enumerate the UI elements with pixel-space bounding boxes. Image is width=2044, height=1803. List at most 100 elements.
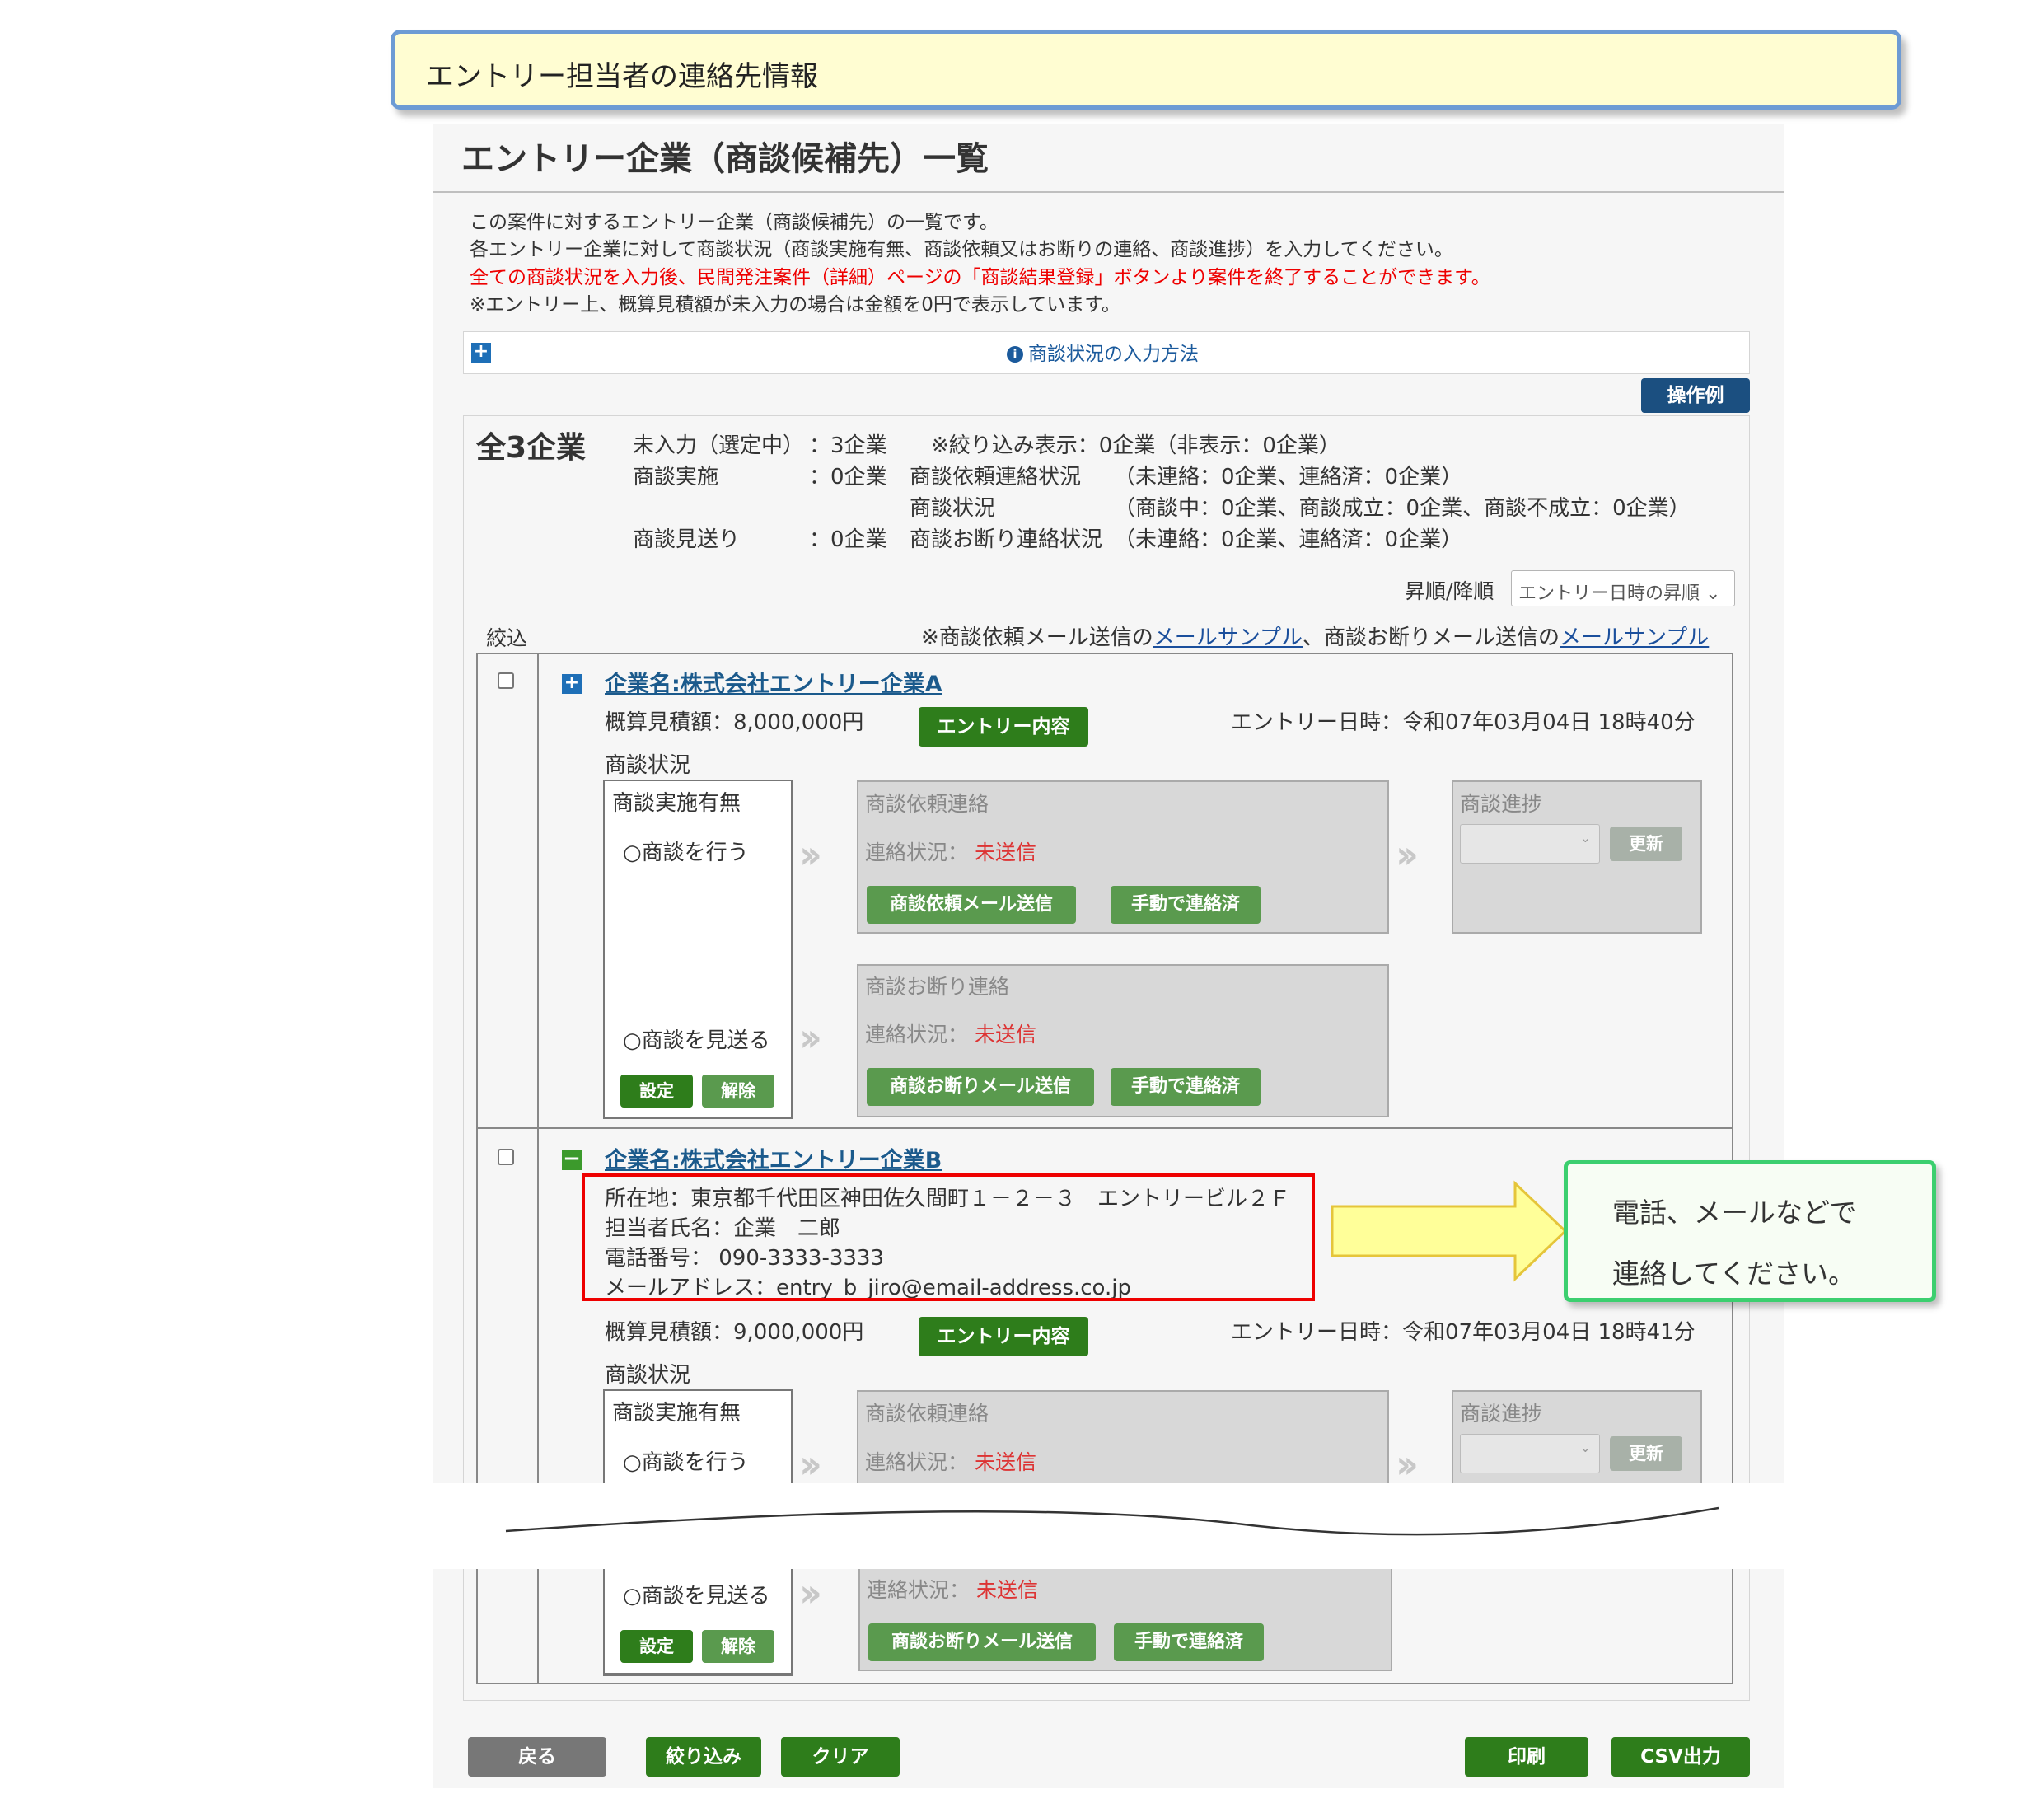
summary-skipped-value: ：0企業 <box>809 527 887 552</box>
option-skip-deal-b[interactable]: ○商談を見送る <box>623 1579 770 1609</box>
status-value: 未送信 <box>974 1023 1036 1047</box>
callout-line-2: 連絡してください。 <box>1612 1257 1856 1290</box>
request-mail-sample-link[interactable]: メールサンプル <box>1153 625 1303 650</box>
manual-contact-button-a[interactable]: 手動で連絡済 <box>1111 886 1261 924</box>
request-mail-button-a[interactable]: 商談依頼メール送信 <box>867 886 1076 924</box>
csv-export-button[interactable]: CSV出力 <box>1611 1737 1750 1777</box>
entry-datetime-a: エントリー日時：令和07年03月04日 18時40分 <box>1231 710 1696 735</box>
decline-mail-sample-link[interactable]: メールサンプル <box>1560 625 1709 650</box>
decline-status-a: 連絡状況： 未送信 <box>865 1019 1036 1048</box>
sort-label: 昇順/降順 <box>1405 579 1494 603</box>
chevron-right-icon: ›› <box>799 832 822 877</box>
request-title-b: 商談依頼連絡 <box>865 1402 989 1426</box>
callout-line-1: 電話、メールなどで <box>1612 1197 1857 1229</box>
annotation-callout-contact-instruction: 電話、メールなどで 連絡してください。 <box>1564 1160 1936 1302</box>
option-skip-deal-a[interactable]: ○商談を見送る <box>623 1023 770 1054</box>
summary-skipped-label: 商談見送り <box>633 527 741 552</box>
omission-wave-line <box>505 1506 1719 1536</box>
back-button[interactable]: 戻る <box>468 1737 606 1777</box>
status-section-label-b: 商談状況 <box>605 1363 691 1388</box>
set-button-a[interactable]: 設定 <box>620 1075 693 1108</box>
update-button-b[interactable]: 更新 <box>1610 1436 1682 1471</box>
summary-decline-status-value: （未連絡：0企業、連絡済：0企業） <box>1114 527 1463 552</box>
company-name-link-b[interactable]: 企業名:株式会社エントリー企業B <box>605 1142 942 1174</box>
manual-contact-button-b[interactable]: 手動で連絡済 <box>1114 1623 1264 1661</box>
decline-mail-button-a[interactable]: 商談お断りメール送信 <box>867 1068 1094 1106</box>
chevron-right-icon: ›› <box>1396 1442 1419 1487</box>
expand-plus-icon[interactable]: + <box>471 343 491 363</box>
page-title: エントリー企業（商談候補先）一覧 <box>461 140 989 178</box>
manual-contact-button-a2[interactable]: 手動で連絡済 <box>1111 1068 1261 1106</box>
filter-column-label: 絞込 <box>486 626 528 650</box>
progress-title-a: 商談進捗 <box>1460 792 1543 816</box>
howto-link[interactable]: i 商談状況の入力方法 <box>1007 338 1199 366</box>
select-checkbox-company-a[interactable] <box>498 672 514 689</box>
impl-title-b: 商談実施有無 <box>612 1401 741 1426</box>
cancel-button-a[interactable]: 解除 <box>702 1075 774 1108</box>
arrow-right-icon <box>1331 1180 1568 1282</box>
summary-request-status-label: 商談依頼連絡状況 <box>910 465 1082 489</box>
summary-unentered-value: ：3企業 <box>809 433 887 458</box>
progress-select-a[interactable]: ⌄ <box>1460 824 1600 864</box>
entry-content-button-a[interactable]: エントリー内容 <box>919 707 1088 747</box>
example-button[interactable]: 操作例 <box>1641 378 1750 413</box>
status-prefix: 連絡状況： <box>865 841 969 864</box>
summary-decline-status-label: 商談お断り連絡状況 <box>910 527 1103 552</box>
collapse-minus-icon[interactable]: − <box>562 1148 582 1170</box>
chevron-down-icon: ⌄ <box>1579 830 1591 845</box>
request-status-a: 連絡状況： 未送信 <box>865 836 1036 866</box>
set-button-b[interactable]: 設定 <box>620 1630 693 1663</box>
update-button-a[interactable]: 更新 <box>1610 827 1682 861</box>
select-checkbox-company-b[interactable] <box>498 1149 514 1165</box>
info-icon: i <box>1007 346 1023 363</box>
chevron-down-icon: ⌄ <box>1579 1440 1591 1455</box>
request-status-b: 連絡状況： 未送信 <box>865 1446 1036 1476</box>
intro-line-2: 各エントリー企業に対して商談状況（商談実施有無、商談依頼又はお断りの連絡、商談進… <box>470 239 1453 260</box>
entry-content-button-b[interactable]: エントリー内容 <box>919 1317 1088 1356</box>
request-title-a: 商談依頼連絡 <box>865 792 989 816</box>
intro-line-1: この案件に対するエントリー企業（商談候補先）の一覧です。 <box>470 212 999 233</box>
summary-deal-status-value: （商談中：0企業、商談成立：0企業、商談不成立：0企業） <box>1114 496 1691 521</box>
decline-title-a: 商談お断り連絡 <box>865 975 1010 999</box>
company-name-link-a[interactable]: 企業名:株式会社エントリー企業A <box>605 666 942 698</box>
sort-select[interactable]: エントリー日時の昇順 ⌄ <box>1511 570 1735 606</box>
expand-plus-icon[interactable]: + <box>562 674 582 694</box>
intro-line-3-warning: 全ての商談状況を入力後、民間発注案件（詳細）ページの「商談結果登録」ボタンより案… <box>470 267 1490 288</box>
mail-note-prefix: ※商談依頼メール送信の <box>921 625 1153 650</box>
progress-title-b: 商談進捗 <box>1460 1402 1543 1426</box>
decline-mail-button-b[interactable]: 商談お断りメール送信 <box>868 1623 1096 1661</box>
mail-note-middle: 、商談お断りメール送信の <box>1303 625 1560 650</box>
option-do-deal-b[interactable]: ○商談を行う <box>623 1445 749 1476</box>
implementation-box-a <box>603 780 793 1119</box>
estimate-a: 概算見積額：8,000,000円 <box>605 710 864 735</box>
summary-filter-note: ※絞り込み表示：0企業（非表示：0企業） <box>931 433 1340 458</box>
chevron-right-icon: ›› <box>799 1015 822 1060</box>
cancel-button-b[interactable]: 解除 <box>702 1630 774 1663</box>
chevron-right-icon: ›› <box>1396 832 1419 877</box>
impl-title-a: 商談実施有無 <box>612 791 741 816</box>
summary-deal-status-label: 商談状況 <box>910 496 996 521</box>
decline-status-b: 連絡状況： 未送信 <box>867 1574 1038 1604</box>
mail-sample-note: ※商談依頼メール送信のメールサンプル、商談お断りメール送信のメールサンプル <box>921 621 1709 651</box>
row-divider <box>476 1127 1733 1129</box>
summary-implemented-value: ：0企業 <box>809 465 887 489</box>
estimate-b: 概算見積額：9,000,000円 <box>605 1320 864 1345</box>
status-prefix: 連絡状況： <box>865 1023 969 1047</box>
clear-button[interactable]: クリア <box>781 1737 900 1777</box>
intro-line-4: ※エントリー上、概算見積額が未入力の場合は金額を0円で表示しています。 <box>470 294 1120 316</box>
chevron-right-icon: ›› <box>799 1442 822 1487</box>
status-section-label-a: 商談状況 <box>605 753 691 778</box>
chevron-down-icon: ⌄ <box>1705 583 1721 604</box>
progress-select-b[interactable]: ⌄ <box>1460 1434 1600 1473</box>
sort-selected-value: エントリー日時の昇順 <box>1518 583 1700 604</box>
howto-link-label: 商談状況の入力方法 <box>1028 344 1199 365</box>
print-button[interactable]: 印刷 <box>1465 1737 1588 1777</box>
filter-button[interactable]: 絞り込み <box>646 1737 761 1777</box>
entry-datetime-b: エントリー日時：令和07年03月04日 18時41分 <box>1231 1320 1696 1345</box>
option-do-deal-a[interactable]: ○商談を行う <box>623 836 749 866</box>
annotation-callout-contact-info: エントリー担当者の連絡先情報 <box>391 30 1901 110</box>
status-value: 未送信 <box>974 841 1036 864</box>
summary-unentered-label: 未入力（選定中） <box>633 433 805 458</box>
status-value: 未送信 <box>974 1450 1036 1474</box>
total-count: 全3企業 <box>476 431 587 465</box>
